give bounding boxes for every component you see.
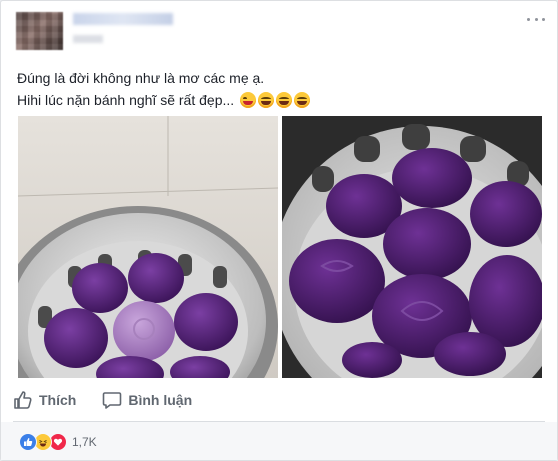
like-reaction-icon [19, 433, 37, 451]
author-name[interactable] [73, 13, 173, 25]
comment-label: Bình luận [128, 392, 193, 408]
post-text-line-2: Hihi lúc nặn bánh nghĩ sẽ rất đẹp... [17, 92, 235, 108]
winking-tongue-emoji [240, 92, 257, 108]
laughing-emoji [276, 92, 293, 108]
post-actions: Thích Bình luận [13, 385, 218, 415]
post-text-line-1: Đúng là đời không như là mơ các mẹ ạ. [17, 70, 265, 86]
thumbs-up-icon [14, 391, 32, 409]
comment-bubble-icon [103, 392, 122, 409]
comment-button[interactable]: Bình luận [102, 390, 192, 410]
post-timestamp[interactable] [73, 35, 103, 43]
like-button[interactable]: Thích [13, 390, 76, 410]
post-text: Đúng là đời không như là mơ các mẹ ạ. Hi… [17, 67, 311, 111]
post-text-line: Đúng là đời không như là mơ các mẹ ạ. [17, 67, 310, 89]
reactions-summary[interactable]: 1,7K [19, 433, 97, 451]
laughing-emoji [294, 92, 311, 108]
post-text-line: Hihi lúc nặn bánh nghĩ sẽ rất đẹp... [17, 89, 311, 111]
post-photo-left[interactable] [18, 116, 278, 378]
post-photo-right[interactable] [282, 116, 542, 378]
laughing-emoji [258, 92, 275, 108]
more-options-icon[interactable] [527, 13, 545, 25]
author-avatar[interactable] [16, 12, 63, 50]
like-label: Thích [39, 392, 77, 408]
post-card: Đúng là đời không như là mơ các mẹ ạ. Hi… [0, 0, 558, 461]
reaction-count[interactable]: 1,7K [72, 435, 97, 449]
